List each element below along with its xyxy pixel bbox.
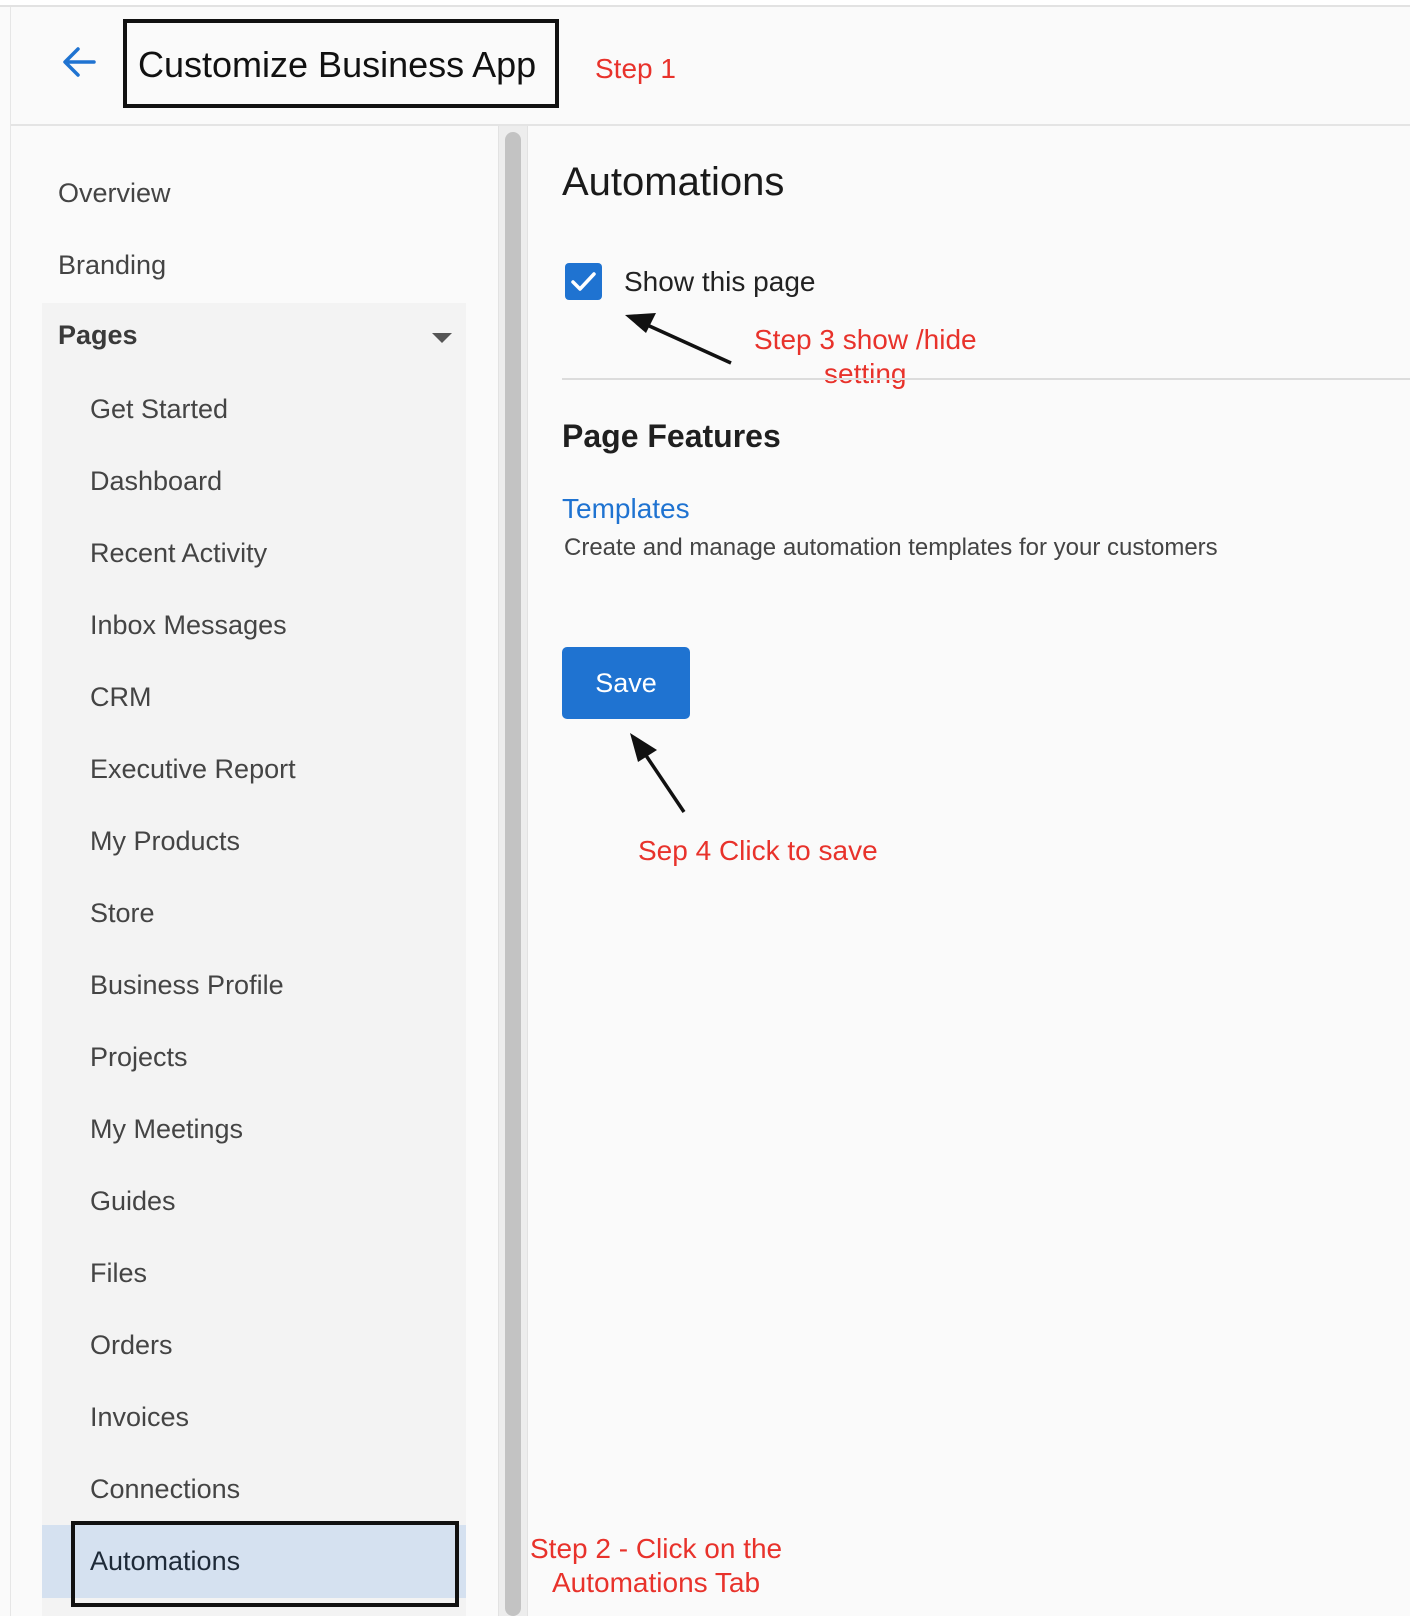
sidebar-item-my-meetings[interactable]: My Meetings [90, 1114, 243, 1145]
annotation-arrow-step-3 [625, 313, 732, 365]
section-divider [562, 378, 1410, 380]
sidebar-item-business-profile[interactable]: Business Profile [90, 970, 284, 1001]
sidebar-item-store[interactable]: Store [90, 898, 155, 929]
sidebar-item-projects[interactable]: Projects [90, 1042, 188, 1073]
chevron-down-icon[interactable] [432, 333, 452, 343]
sidebar-pages-header[interactable]: Pages [58, 320, 138, 351]
sidebar-item-my-products[interactable]: My Products [90, 826, 240, 857]
annotation-step-3-line-2: setting [824, 358, 907, 389]
sidebar-item-executive-report[interactable]: Executive Report [90, 754, 296, 785]
sidebar-item-recent-activity[interactable]: Recent Activity [90, 538, 267, 569]
arrow-left-icon[interactable] [58, 40, 102, 84]
sidebar-item-branding[interactable]: Branding [58, 250, 166, 281]
sidebar-item-inbox-messages[interactable]: Inbox Messages [90, 610, 287, 641]
annotation-step-1: Step 1 [595, 53, 676, 84]
section-heading-automations: Automations [562, 160, 785, 204]
sidebar-item-crm[interactable]: CRM [90, 682, 152, 713]
checkmark-icon [571, 272, 596, 291]
sidebar-item-get-started[interactable]: Get Started [90, 394, 228, 425]
sidebar-item-connections[interactable]: Connections [90, 1474, 240, 1505]
sidebar-item-guides[interactable]: Guides [90, 1186, 176, 1217]
annotation-arrow-step-4 [630, 733, 686, 813]
templates-description: Create and manage automation templates f… [564, 534, 1218, 561]
sidebar-item-orders[interactable]: Orders [90, 1330, 173, 1361]
page-title: Customize Business App [138, 44, 537, 85]
save-button[interactable]: Save [562, 647, 690, 719]
sidebar-item-files[interactable]: Files [90, 1258, 147, 1289]
show-page-label[interactable]: Show this page [624, 266, 815, 298]
page-features-heading: Page Features [562, 418, 781, 454]
show-page-checkbox[interactable] [565, 263, 602, 300]
scrollbar-thumb[interactable] [505, 132, 521, 1616]
annotation-step-2-line-2: Automations Tab [552, 1567, 761, 1598]
sidebar-item-invoices[interactable]: Invoices [90, 1402, 189, 1433]
top-edge [0, 0, 1410, 7]
annotation-step-4: Sep 4 Click to save [638, 835, 878, 866]
annotation-step-2-line-1: Step 2 - Click on the [530, 1533, 783, 1564]
annotation-step-3-line-1: Step 3 show /hide [754, 324, 977, 355]
templates-link[interactable]: Templates [562, 493, 690, 525]
sidebar-item-dashboard[interactable]: Dashboard [90, 466, 222, 497]
automations-highlight-box [71, 1521, 459, 1607]
sidebar-item-overview[interactable]: Overview [58, 178, 171, 209]
